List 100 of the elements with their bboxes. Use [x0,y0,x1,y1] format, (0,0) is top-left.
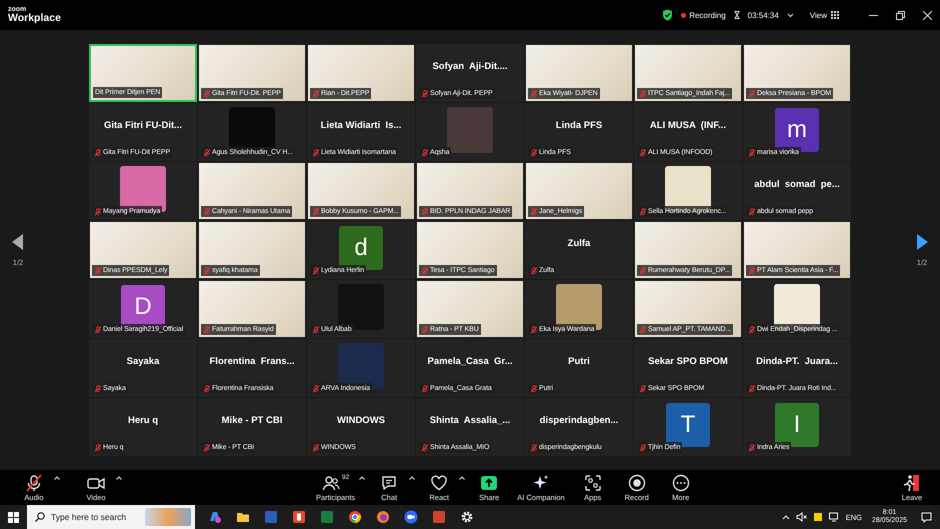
muted-mic-icon [530,326,538,334]
muted-mic-icon [639,384,647,392]
muted-mic-icon [94,266,102,274]
muted-mic-icon [94,384,102,392]
muted-mic-icon [94,208,102,216]
participant-display-name: WINDOWS [336,414,386,426]
close-icon[interactable] [923,10,932,20]
meeting-timer: 03:54:34 [748,10,779,20]
participant-display-name: disperindagben... [540,414,618,426]
grid-icon [831,11,839,19]
record-icon [628,474,646,492]
muted-mic-icon [203,326,211,334]
muted-mic-icon [421,444,429,452]
windows-start-icon[interactable] [8,512,19,522]
participant-display-name: Zulfa [568,238,590,248]
muted-mic-icon [748,444,756,452]
chat-bubble-icon [380,474,398,492]
participant-display-name: Mike - PT CBI [222,414,282,426]
caret-down-icon[interactable] [786,12,794,18]
muted-mic-icon [639,148,647,156]
participant-display-name: Gita Fitri FU-Dit... [104,120,182,130]
participant-display-name: Sayaka [126,356,160,366]
muted-mic-icon [203,266,211,274]
muted-mic-icon [421,148,429,156]
muted-mic-icon [639,444,647,452]
participant-display-name: Lieta Widiarti Is... [320,120,402,130]
sticky-note-icon[interactable] [812,512,823,522]
search-field[interactable]: Type here to search [51,512,131,522]
caret-up-icon[interactable] [54,476,60,480]
muted-mic-icon [421,266,429,274]
participant-display-name: Dinda-PT. Juara... [756,356,838,366]
muted-mic-icon [421,90,429,98]
muted-mic-icon [203,148,211,156]
heart-icon [430,474,448,492]
muted-mic-icon [312,148,320,156]
app-name: Workplace [8,13,61,24]
muted-mic-icon [203,444,211,452]
muted-mic-icon [530,90,538,98]
speaker-muted-icon[interactable] [796,512,807,522]
muted-mic-icon [94,148,102,156]
caret-up-icon[interactable] [116,476,122,480]
muted-mic-icon [639,90,647,98]
muted-mic-icon [530,208,538,216]
apps-icon [584,474,602,492]
muted-mic-icon [421,326,429,334]
caret-up-icon[interactable] [359,476,366,480]
muted-mic-icon [203,384,211,392]
muted-mic-icon [639,208,647,216]
muted-mic-icon [312,208,320,216]
muted-mic-icon [312,384,320,392]
muted-mic-icon [530,148,538,156]
muted-mic-icon [94,326,102,334]
muted-mic-icon [312,90,320,98]
participant-display-name: Sofyan Aji-Dit.... [432,60,508,72]
participant-display-name: Putri [568,356,590,366]
muted-mic-icon [748,266,756,274]
restore-icon[interactable] [896,10,905,20]
muted-mic-icon [312,444,320,452]
muted-mic-icon [312,266,320,274]
muted-mic-icon [748,90,756,98]
muted-mic-icon [530,444,538,452]
chevron-up-icon[interactable] [782,514,790,520]
muted-mic-icon [748,148,756,156]
muted-mic-icon [203,208,211,216]
participant-display-name: abdul somad pe... [754,178,840,190]
muted-mic-icon [639,266,647,274]
more-icon [672,474,690,492]
muted-mic-icon [94,444,102,452]
caret-up-icon[interactable] [409,476,416,480]
leave-door-icon [903,474,921,492]
participant-display-name: Sekar SPO BPOM [648,356,728,366]
view-button[interactable]: View [810,10,839,20]
participant-display-name: Pamela_Casa Gr... [427,356,513,366]
participant-display-name: Shinta Assalia_... [430,414,510,426]
muted-mic-icon [421,208,429,216]
muted-mic-icon [748,384,756,392]
muted-mic-icon [203,90,211,98]
participant-display-name: ALI MUSA (INF... [650,120,726,130]
notification-icon[interactable] [921,512,932,522]
hourglass-icon [734,11,740,19]
shield-check-icon[interactable] [662,9,674,21]
muted-mic-icon [748,208,756,216]
search-icon [35,512,45,522]
share-screen-icon [480,474,498,492]
muted-mic-icon [530,384,538,392]
taskbar-search-bar[interactable]: Type here to search [27,505,195,529]
participant-display-name: Heru q [128,414,158,426]
participant-display-name: Linda PFS [556,120,602,130]
next-page-arrow-icon[interactable] [916,234,928,250]
people-icon [322,474,340,492]
muted-mic-icon [312,326,320,334]
muted-mic-icon [421,384,429,392]
recording-indicator[interactable]: Recording [681,10,726,20]
muted-mic-icon [639,326,647,334]
previous-page-arrow-icon[interactable] [12,234,24,250]
muted-mic-icon [748,326,756,334]
search-highlight-illustration [145,508,191,526]
participant-display-name: Florentina Frans... [210,356,294,366]
caret-up-icon[interactable] [459,476,466,480]
muted-mic-icon [530,266,538,274]
